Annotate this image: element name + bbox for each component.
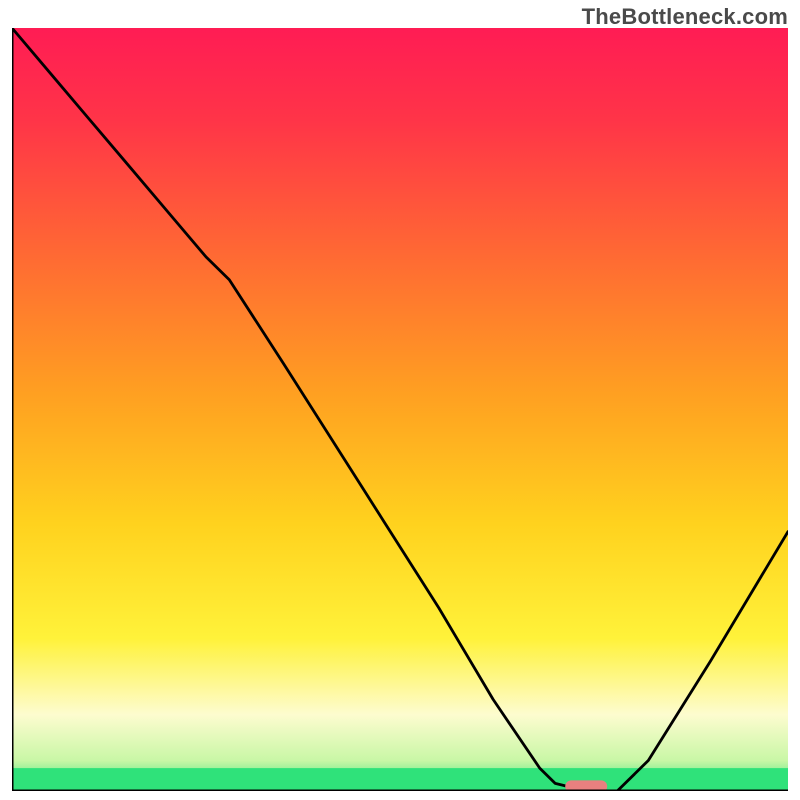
chart-background [12, 28, 788, 791]
chart-plot [12, 28, 788, 791]
chart-svg [12, 28, 788, 791]
watermark-text: TheBottleneck.com [582, 4, 788, 30]
bottom-band [12, 768, 788, 791]
chart-container: TheBottleneck.com [0, 0, 800, 800]
optimum-marker [565, 780, 607, 791]
